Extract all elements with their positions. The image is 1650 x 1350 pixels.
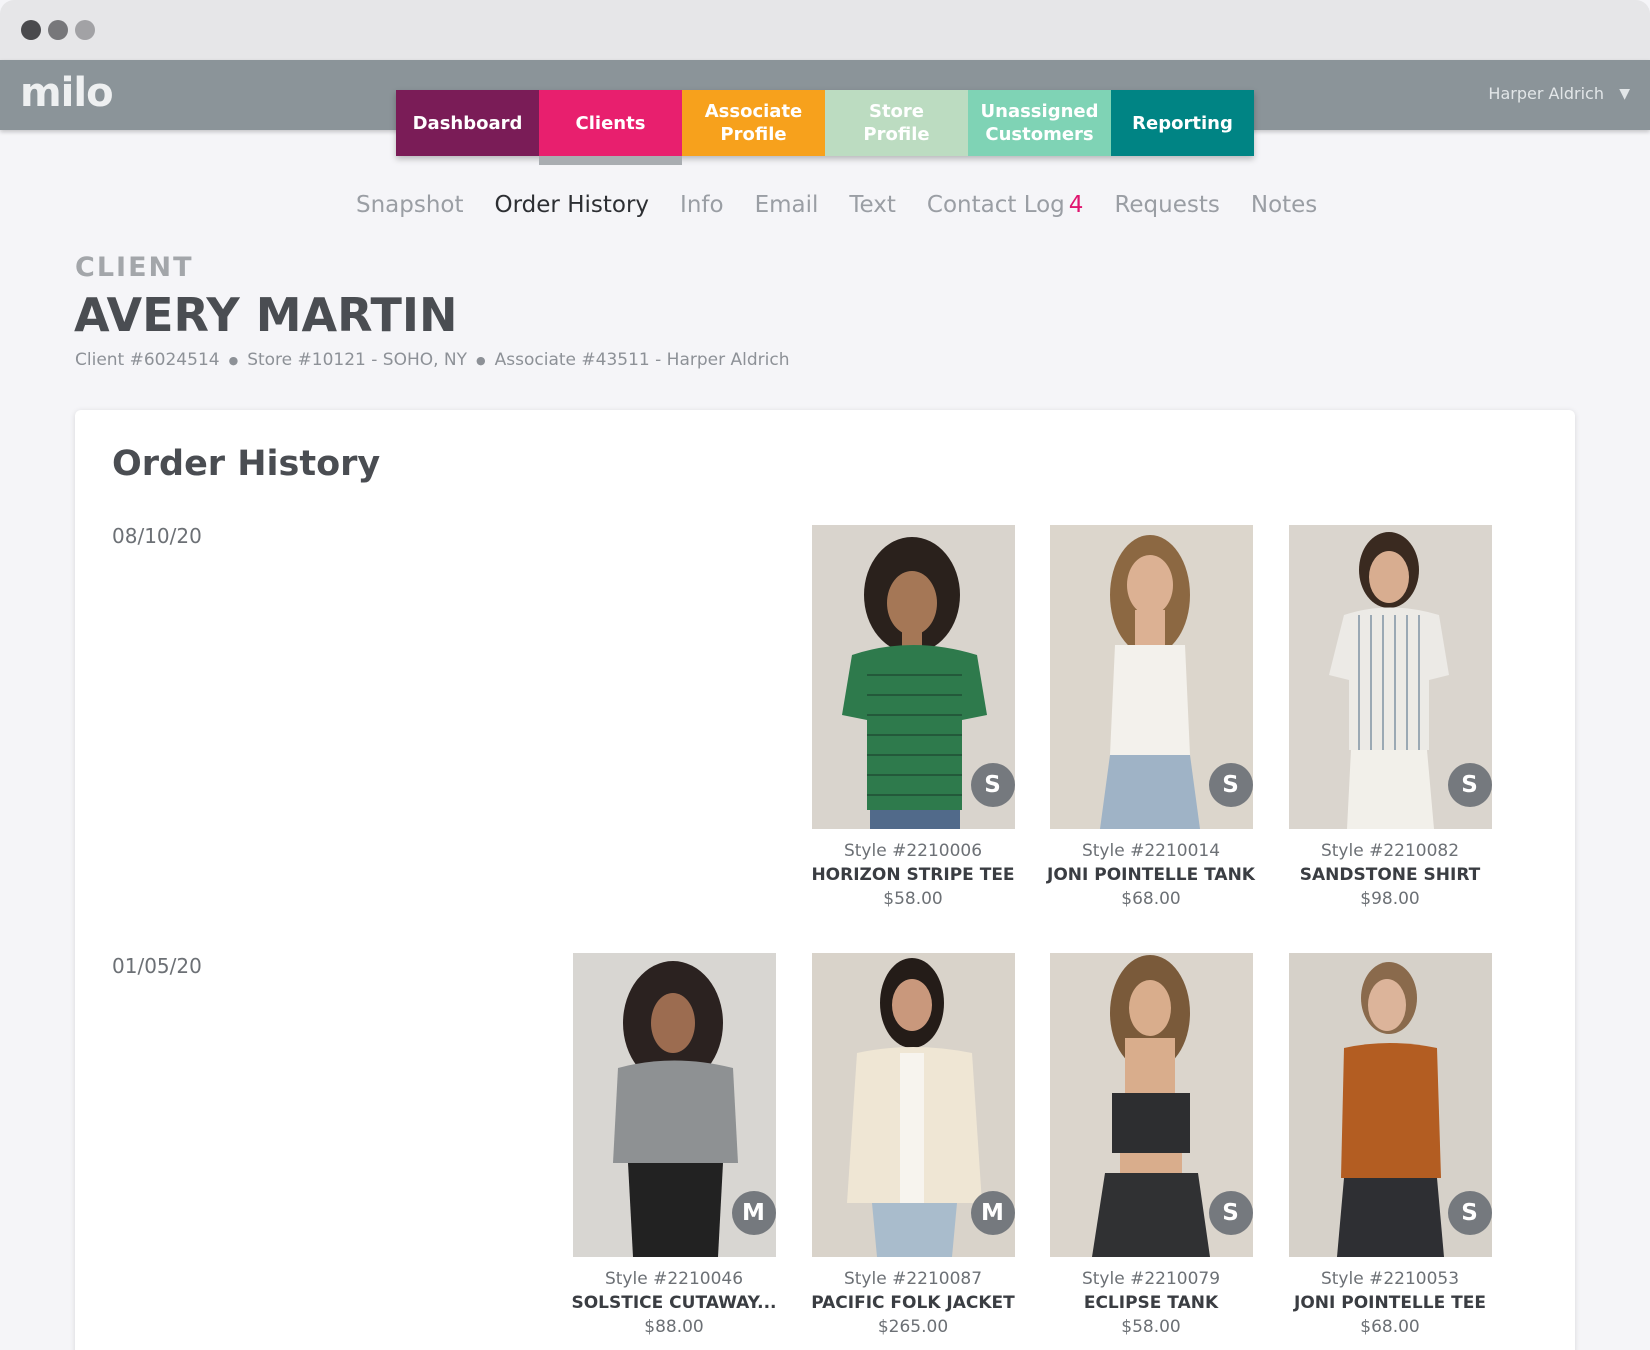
product-name[interactable]: PACIFIC FOLK JACKET [793, 1293, 1033, 1313]
product-card[interactable]: S Style #2210053 JONI POINTELLE TEE $68.… [1270, 953, 1510, 1337]
size-badge: S [1208, 1191, 1253, 1235]
client-name: AVERY MARTIN [74, 288, 458, 342]
subtab-snapshot[interactable]: Snapshot [356, 192, 464, 218]
subtab-requests[interactable]: Requests [1114, 192, 1219, 218]
product-photo[interactable]: S [1288, 525, 1492, 829]
associate-info: Associate #43511 - Harper Aldrich [494, 350, 790, 370]
subtab-order-history[interactable]: Order History [495, 192, 650, 218]
subtab-info[interactable]: Info [680, 192, 724, 218]
size-badge: S [970, 763, 1015, 807]
nav-tab-label: Dashboard [412, 112, 523, 134]
nav-tab-label: Unassigned Customers [980, 101, 1099, 145]
nav-tab-associate-profile[interactable]: Associate Profile [682, 90, 825, 156]
size-badge: M [970, 1191, 1015, 1235]
order-history-card: Order History 08/10/20 01/05/20 S Style … [75, 410, 1575, 1350]
product-style-number: Style #2210053 [1320, 1269, 1460, 1289]
product-card[interactable]: S Style #2210079 ECLIPSE TANK $58.00 [1031, 953, 1271, 1337]
product-card[interactable]: S Style #2210014 JONI POINTELLE TANK $68… [1031, 525, 1271, 909]
window-titlebar [0, 0, 1650, 60]
nav-tab-label: Clients [575, 112, 646, 134]
size-badge: S [1208, 763, 1253, 807]
nav-tab-dashboard[interactable]: Dashboard [396, 90, 539, 156]
product-price: $98.00 [1360, 889, 1420, 909]
product-name[interactable]: SANDSTONE SHIRT [1270, 865, 1510, 885]
product-price: $88.00 [644, 1317, 704, 1337]
chevron-down-icon[interactable]: ▼ [1619, 86, 1630, 102]
close-window-button[interactable] [21, 20, 41, 40]
product-card[interactable]: S Style #2210006 HORIZON STRIPE TEE $58.… [793, 525, 1033, 909]
product-style-number: Style #2210014 [1081, 841, 1221, 861]
main-navigation: Dashboard Clients Associate Profile Stor… [396, 90, 1254, 165]
nav-tab-unassigned-customers[interactable]: Unassigned Customers [968, 90, 1111, 156]
product-photo[interactable]: S [811, 525, 1015, 829]
nav-tab-reporting[interactable]: Reporting [1111, 90, 1254, 156]
product-name[interactable]: ECLIPSE TANK [1031, 1293, 1271, 1313]
product-card[interactable]: M Style #2210087 PACIFIC FOLK JACKET $26… [793, 953, 1033, 1337]
product-name[interactable]: JONI POINTELLE TEE [1270, 1293, 1510, 1313]
product-style-number: Style #2210046 [604, 1269, 744, 1289]
product-photo[interactable]: M [811, 953, 1015, 1257]
nav-tab-label: Reporting [1132, 112, 1233, 134]
product-name[interactable]: JONI POINTELLE TANK [1031, 865, 1271, 885]
nav-tab-clients[interactable]: Clients [539, 90, 682, 165]
client-subnav: Snapshot Order History Info Email Text C… [356, 192, 1317, 218]
client-number: Client #6024514 [75, 350, 220, 370]
size-badge: S [1447, 1191, 1492, 1235]
product-price: $68.00 [1121, 889, 1181, 909]
product-price: $68.00 [1360, 1317, 1420, 1337]
order-date: 08/10/20 [112, 524, 202, 548]
subtab-contact-log[interactable]: Contact Log 4 [927, 192, 1084, 218]
active-tab-indicator [539, 156, 682, 165]
nav-tab-label: Associate Profile [704, 101, 803, 145]
contact-log-count: 4 [1068, 192, 1084, 218]
nav-tab-label: Store Profile [863, 101, 930, 145]
subtab-notes[interactable]: Notes [1251, 192, 1317, 218]
bullet-separator: ● [476, 353, 486, 367]
product-style-number: Style #2210006 [843, 841, 983, 861]
user-menu-name[interactable]: Harper Aldrich [1488, 84, 1604, 103]
subtab-email[interactable]: Email [755, 192, 819, 218]
product-photo[interactable]: S [1288, 953, 1492, 1257]
product-card[interactable]: M Style #2210046 SOLSTICE CUTAWAY... $88… [554, 953, 794, 1337]
client-meta: Client #6024514 ● Store #10121 - SOHO, N… [75, 350, 790, 370]
order-history-title: Order History [112, 444, 381, 484]
product-name[interactable]: HORIZON STRIPE TEE [793, 865, 1033, 885]
nav-tab-store-profile[interactable]: Store Profile [825, 90, 968, 156]
product-style-number: Style #2210087 [843, 1269, 983, 1289]
product-price: $58.00 [883, 889, 943, 909]
product-price: $58.00 [1121, 1317, 1181, 1337]
client-label: CLIENT [75, 252, 194, 283]
product-price: $265.00 [877, 1317, 949, 1337]
product-style-number: Style #2210082 [1320, 841, 1460, 861]
product-photo[interactable]: M [572, 953, 776, 1257]
product-name[interactable]: SOLSTICE CUTAWAY... [554, 1293, 794, 1313]
size-badge: S [1447, 763, 1492, 807]
order-date: 01/05/20 [112, 954, 202, 978]
product-photo[interactable]: S [1049, 525, 1253, 829]
store-info: Store #10121 - SOHO, NY [247, 350, 468, 370]
milo-logo[interactable]: milo [20, 70, 114, 116]
size-badge: M [731, 1191, 776, 1235]
subtab-text[interactable]: Text [849, 192, 896, 218]
product-card[interactable]: S Style #2210082 SANDSTONE SHIRT $98.00 [1270, 525, 1510, 909]
bullet-separator: ● [228, 353, 239, 367]
minimize-window-button[interactable] [48, 20, 68, 40]
maximize-window-button[interactable] [75, 20, 95, 40]
product-photo[interactable]: S [1049, 953, 1253, 1257]
subtab-contact-log-label: Contact Log [926, 192, 1065, 218]
product-style-number: Style #2210079 [1081, 1269, 1221, 1289]
